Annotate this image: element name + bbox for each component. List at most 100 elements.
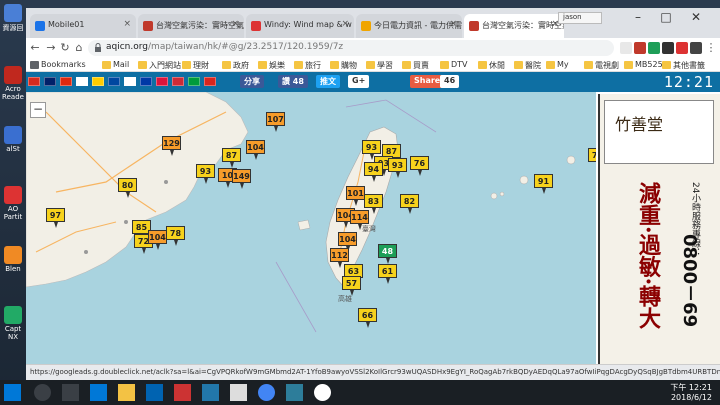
bookmark-item[interactable]: 電視劇 <box>584 60 619 71</box>
app-icon[interactable] <box>174 384 191 401</box>
aqi-station-marker[interactable]: 48 <box>378 244 397 264</box>
back-button[interactable]: ← <box>28 41 42 55</box>
profile-chip[interactable]: jason <box>558 12 602 24</box>
aqi-station-marker[interactable]: 101 <box>346 186 365 206</box>
close-tab-icon[interactable]: × <box>231 19 239 29</box>
bookmark-item[interactable]: 購物 <box>330 60 357 71</box>
bookmark-item[interactable]: 旅行 <box>294 60 321 71</box>
bookmark-item[interactable]: 醫院 <box>514 60 541 71</box>
aqi-station-marker[interactable]: 104 <box>148 230 167 250</box>
aqi-station-marker[interactable]: 93 <box>196 164 215 184</box>
aqi-station-marker[interactable]: 94 <box>364 162 383 182</box>
browser-tab[interactable]: 台灣空氣污染：實時空氣 × <box>138 14 244 38</box>
start-icon[interactable] <box>4 384 21 401</box>
bookmark-item[interactable]: 娛樂 <box>258 60 285 71</box>
close-window-button[interactable]: ✕ <box>684 10 708 24</box>
browser-tab[interactable]: Mobile01 × <box>30 14 136 38</box>
gplus-button[interactable]: G+ <box>348 75 370 88</box>
advertisement[interactable]: 竹善堂 減重·過敏·轉大 24小時服務專線： 0800－69 <box>598 94 720 364</box>
aqi-station-marker[interactable]: 87 <box>222 148 241 168</box>
aqi-station-marker[interactable]: 83 <box>364 194 383 214</box>
desktop-shortcut[interactable]: AO Partit <box>2 186 24 221</box>
flag-icon[interactable] <box>60 77 72 86</box>
aqi-station-marker[interactable]: 112 <box>330 248 349 268</box>
address-bar[interactable]: aqicn.org/map/taiwan/hk/#@g/23.2517/120.… <box>88 40 614 56</box>
aqi-station-marker[interactable]: 66 <box>358 308 377 328</box>
aqi-station-marker[interactable]: 82 <box>400 194 419 214</box>
aqi-station-marker[interactable]: 91 <box>534 174 553 194</box>
minimize-button[interactable]: – <box>626 10 650 24</box>
extension-icon[interactable] <box>690 42 702 54</box>
bookmark-item[interactable]: 理財 <box>182 60 209 71</box>
close-tab-icon[interactable]: × <box>341 19 349 29</box>
chrome-icon[interactable] <box>258 384 275 401</box>
aqi-station-marker[interactable]: 61 <box>378 264 397 284</box>
bookmark-item[interactable]: 政府 <box>222 60 249 71</box>
bookmark-item[interactable]: Mail <box>102 60 129 69</box>
flag-icon[interactable] <box>28 77 40 86</box>
flag-icon[interactable] <box>108 77 120 86</box>
aqi-station-marker[interactable]: 114 <box>350 210 369 230</box>
facebook-like-button[interactable]: 讚 48 <box>278 75 308 88</box>
file-explorer-icon[interactable] <box>118 384 135 401</box>
home-button[interactable]: ⌂ <box>72 41 86 55</box>
task-view-icon[interactable] <box>62 384 79 401</box>
close-tab-icon[interactable]: × <box>123 19 131 29</box>
flag-icon[interactable] <box>44 77 56 86</box>
aqi-station-marker[interactable]: 57 <box>342 276 361 296</box>
bookmark-item[interactable]: 學習 <box>366 60 393 71</box>
desktop-shortcut[interactable]: Capt NX <box>2 306 24 341</box>
aqi-station-marker[interactable]: 129 <box>162 136 181 156</box>
maximize-button[interactable]: □ <box>654 10 678 24</box>
aqi-station-marker[interactable]: 93 <box>362 140 381 160</box>
extension-icon[interactable] <box>648 42 660 54</box>
desktop-shortcut[interactable]: Blen <box>2 246 24 273</box>
browser-tab[interactable]: 台灣空氣污染：實時空氣 × <box>464 14 564 38</box>
desktop-shortcut[interactable]: 資源回 <box>2 4 24 33</box>
extension-icon[interactable] <box>676 42 688 54</box>
browser-tab[interactable]: Windy: Wind map & w × <box>246 14 354 38</box>
taskbar-clock[interactable]: 下午 12:21 2018/6/12 <box>670 383 712 403</box>
search-icon[interactable] <box>34 384 51 401</box>
flag-icon[interactable] <box>92 77 104 86</box>
app-icon[interactable] <box>286 384 303 401</box>
aqi-station-marker[interactable]: 76 <box>410 156 429 176</box>
tweet-button[interactable]: 推文 <box>316 75 340 88</box>
extension-icon[interactable] <box>634 42 646 54</box>
app-icon[interactable] <box>314 384 331 401</box>
flag-icon[interactable] <box>124 77 136 86</box>
aqi-station-marker[interactable]: 107 <box>266 112 285 132</box>
desktop-shortcut[interactable]: alSt <box>2 126 24 153</box>
bookmark-item[interactable]: DTV <box>440 60 468 69</box>
aqi-station-marker[interactable]: 78 <box>166 226 185 246</box>
flag-icon[interactable] <box>156 77 168 86</box>
aqi-station-marker[interactable]: 97 <box>46 208 65 228</box>
browser-tab[interactable]: 今日電力資訊 - 電力供需 × <box>356 14 462 38</box>
reload-button[interactable]: ↻ <box>58 41 72 55</box>
extension-icon[interactable] <box>662 42 674 54</box>
aqi-station-marker[interactable]: 80 <box>118 178 137 198</box>
aqi-map[interactable]: 臺灣 高雄 − 107 129 104 87 93 10 149 80 97 85 72 104 78 9… <box>26 72 596 364</box>
store-icon[interactable] <box>146 384 163 401</box>
aqi-station-marker[interactable]: 93 <box>388 158 407 178</box>
bookmark-item[interactable]: 入門網站 <box>138 60 181 71</box>
aqi-station-marker[interactable]: 78 <box>588 148 596 162</box>
bookmark-item[interactable]: 休閒 <box>478 60 505 71</box>
star-icon[interactable] <box>620 42 632 54</box>
bookmark-item[interactable]: MB525 <box>624 60 663 69</box>
other-bookmarks[interactable]: 其他書籤 <box>662 60 705 71</box>
flag-icon[interactable] <box>76 77 88 86</box>
aqi-station-marker[interactable]: 104 <box>338 232 357 252</box>
app-icon[interactable] <box>202 384 219 401</box>
bookmark-item[interactable]: 買賣 <box>402 60 429 71</box>
zoom-out-button[interactable]: − <box>30 102 46 118</box>
chrome-menu-button[interactable]: ⋮ <box>704 41 718 55</box>
facebook-share-button[interactable]: 分享 <box>240 75 264 88</box>
bookmark-item[interactable]: Bookmarks <box>30 60 86 69</box>
close-tab-icon[interactable]: × <box>449 19 457 29</box>
flag-icon[interactable] <box>140 77 152 86</box>
edge-icon[interactable] <box>90 384 107 401</box>
app-icon[interactable] <box>230 384 247 401</box>
aqi-station-marker[interactable]: 104 <box>246 140 265 160</box>
forward-button[interactable]: → <box>44 41 58 55</box>
